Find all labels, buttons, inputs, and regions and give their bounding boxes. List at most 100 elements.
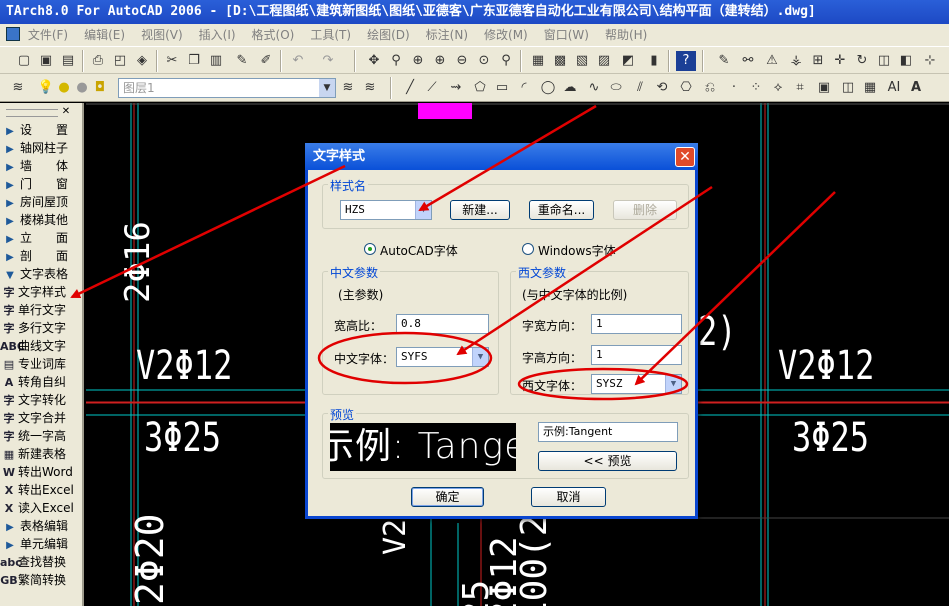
tarch-grid-icon[interactable]: ⊞ xyxy=(808,51,828,71)
panel-item[interactable]: ▦ 新建表格 xyxy=(0,445,82,463)
rotate-icon[interactable]: ↻ xyxy=(852,51,872,71)
point2-icon[interactable]: · xyxy=(724,78,744,98)
panel-item[interactable]: ▶ 房间屋顶 xyxy=(0,193,82,211)
print-preview-icon[interactable]: ◰ xyxy=(110,51,130,71)
panel-item[interactable]: A 转角自纠 xyxy=(0,373,82,391)
panel-item[interactable]: ▶ 设 置 xyxy=(0,121,82,139)
trim-icon[interactable]: ⊹ xyxy=(920,51,940,71)
autocad-font-radio[interactable] xyxy=(364,243,376,255)
print-icon[interactable]: ⎙ xyxy=(88,51,108,71)
line-icon[interactable]: ╱ xyxy=(400,78,420,98)
zoom-out-icon[interactable]: ⊖ xyxy=(452,51,472,71)
save-icon[interactable]: ▤ xyxy=(58,51,78,71)
tarch-tool2-icon[interactable]: ⚠ xyxy=(762,51,782,71)
panel-item[interactable]: ▶ 墙 体 xyxy=(0,157,82,175)
rename-style-button[interactable]: 重命名... xyxy=(529,200,594,220)
panel-item[interactable]: ▤ 专业词库 xyxy=(0,355,82,373)
hatch-icon[interactable]: ⁘ xyxy=(746,78,766,98)
sun-icon[interactable]: ● xyxy=(54,78,74,98)
lock-icon[interactable]: ◘ xyxy=(90,78,110,98)
western-font-combo[interactable]: SYSZ ▼ xyxy=(591,374,682,394)
tarch-pen-icon[interactable]: ✎ xyxy=(714,51,734,71)
panel-item[interactable]: ▶ 剖 面 xyxy=(0,247,82,265)
stretch-icon[interactable]: ◧ xyxy=(896,51,916,71)
panel-item[interactable]: W 转出Word xyxy=(0,463,82,481)
move-icon[interactable]: ✛ xyxy=(830,51,850,71)
design-center-icon[interactable]: ▩ xyxy=(550,51,570,71)
panel-item[interactable]: ▶ 轴网柱子 xyxy=(0,139,82,157)
new-style-button[interactable]: 新建... xyxy=(450,200,510,220)
chevron-down-icon[interactable]: ▼ xyxy=(319,79,335,97)
scale-icon[interactable]: ◫ xyxy=(874,51,894,71)
char-width-input[interactable]: 1 xyxy=(591,314,682,334)
arc-icon[interactable]: ◜ xyxy=(514,78,534,98)
undo-icon[interactable]: ↶ xyxy=(288,51,308,71)
ok-button[interactable]: 确定 xyxy=(411,487,484,507)
chevron-down-icon[interactable]: ▼ xyxy=(665,375,681,393)
menu-insert[interactable]: 插入(I) xyxy=(199,28,236,42)
panel-item[interactable]: 字文字转化 xyxy=(0,391,82,409)
insert-block-icon[interactable]: ⟲ xyxy=(652,78,672,98)
menu-file[interactable]: 文件(F) xyxy=(28,28,68,42)
layer-previous-icon[interactable]: ≋ xyxy=(360,78,380,98)
panel-item[interactable]: 字统一字高 xyxy=(0,427,82,445)
panel-item[interactable]: 字文字合并 xyxy=(0,409,82,427)
panel-item[interactable]: 字多行文字 xyxy=(0,319,82,337)
paste-icon[interactable]: ▥ xyxy=(206,51,226,71)
chevron-down-icon[interactable]: ▼ xyxy=(472,348,488,366)
style-name-combo[interactable]: HZS ▼ xyxy=(340,200,432,220)
panel-item[interactable]: ▶ 表格编辑 xyxy=(0,517,82,535)
table-draw-icon[interactable]: ◫ xyxy=(838,78,858,98)
menu-tools[interactable]: 工具(T) xyxy=(310,28,351,42)
bulb-icon[interactable]: 💡 xyxy=(36,78,56,98)
width-ratio-input[interactable]: 0.8 xyxy=(396,314,489,334)
zoom-in-icon[interactable]: ⊕ xyxy=(430,51,450,71)
boundary-icon[interactable]: ⌗ xyxy=(790,78,810,98)
preview-button[interactable]: << 预览 xyxy=(538,451,677,471)
revcloud-icon[interactable]: ☁ xyxy=(560,78,580,98)
multiline-text-icon[interactable]: AI xyxy=(884,78,904,98)
menu-help[interactable]: 帮助(H) xyxy=(605,28,647,42)
brush-icon[interactable]: ✐ xyxy=(256,51,276,71)
panel-item[interactable]: ▶ 立 面 xyxy=(0,229,82,247)
polyline-icon[interactable]: ⇝ xyxy=(446,78,466,98)
panel-item[interactable]: 字单行文字 xyxy=(0,301,82,319)
point-icon[interactable]: ⎌ xyxy=(700,78,720,98)
gradient-icon[interactable]: ⟡ xyxy=(768,78,788,98)
spline-icon[interactable]: ∿ xyxy=(584,78,604,98)
sheet-set-icon[interactable]: ▨ xyxy=(594,51,614,71)
rectangle-icon[interactable]: ▭ xyxy=(492,78,512,98)
panel-item[interactable]: abc查找替换 xyxy=(0,553,82,571)
zoom-extents-icon[interactable]: ⊙ xyxy=(474,51,494,71)
panel-close-icon[interactable]: ✕ xyxy=(60,106,72,118)
chinese-font-combo[interactable]: SYFS ▼ xyxy=(396,347,489,367)
cut-icon[interactable]: ✂ xyxy=(162,51,182,71)
panel-item[interactable]: ▶ 门 窗 xyxy=(0,175,82,193)
properties-icon[interactable]: ▦ xyxy=(528,51,548,71)
markup-icon[interactable]: ◩ xyxy=(618,51,638,71)
panel-grip[interactable] xyxy=(6,109,58,117)
panel-item[interactable]: ▶ 单元编辑 xyxy=(0,535,82,553)
polygon-icon[interactable]: ⬠ xyxy=(470,78,490,98)
circle-icon[interactable]: ◯ xyxy=(538,78,558,98)
tarch-tool1-icon[interactable]: ⚯ xyxy=(738,51,758,71)
freeze-icon[interactable]: ● xyxy=(72,78,92,98)
match-properties-icon[interactable]: ✎ xyxy=(232,51,252,71)
chevron-down-icon[interactable]: ▼ xyxy=(415,201,431,219)
cancel-button[interactable]: 取消 xyxy=(531,487,606,507)
ellipse-icon[interactable]: ⬭ xyxy=(606,78,626,98)
panel-item[interactable]: X 读入Excel xyxy=(0,499,82,517)
redo-icon[interactable]: ↷ xyxy=(318,51,338,71)
ellipse-arc-icon[interactable]: ⫽ xyxy=(630,78,650,98)
dialog-title-bar[interactable]: 文字样式 ✕ xyxy=(305,143,698,170)
make-current-layer-icon[interactable]: ≋ xyxy=(338,78,358,98)
publish-icon[interactable]: ◈ xyxy=(132,51,152,71)
tool-palettes-icon[interactable]: ▧ xyxy=(572,51,592,71)
panel-item[interactable]: GB繁简转换 xyxy=(0,571,82,589)
panel-item[interactable]: ▼ 文字表格 xyxy=(0,265,82,283)
table-icon[interactable]: ▦ xyxy=(860,78,880,98)
menu-edit[interactable]: 编辑(E) xyxy=(84,28,125,42)
panel-item[interactable]: ▶ 楼梯其他 xyxy=(0,211,82,229)
make-block-icon[interactable]: ⎔ xyxy=(676,78,696,98)
region-icon[interactable]: ▣ xyxy=(814,78,834,98)
